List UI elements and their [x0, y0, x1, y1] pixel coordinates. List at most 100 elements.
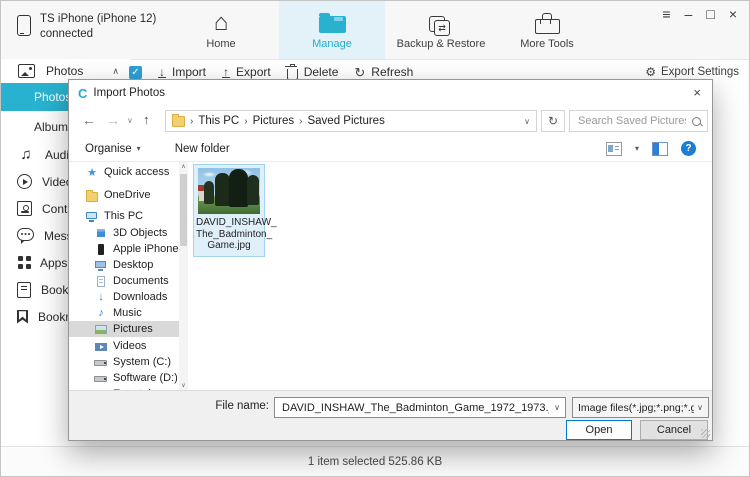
view-caret-icon[interactable]: ▾: [635, 144, 639, 153]
tree-item-quick-access[interactable]: ★Quick access: [69, 164, 179, 180]
history-chevron-icon[interactable]: ∨: [127, 116, 133, 125]
file-name-label: File name:: [187, 400, 269, 412]
desktop-icon: [94, 259, 108, 272]
tree-item-software-d[interactable]: Software (D:): [69, 370, 179, 386]
export-button[interactable]: ↑ Export: [222, 65, 271, 79]
refresh-button[interactable]: ↻ Refresh: [354, 65, 413, 79]
tab-more-tools[interactable]: More Tools: [497, 1, 597, 59]
refresh-icon: ↻: [548, 114, 558, 128]
file-name-chevron-icon[interactable]: ∨: [551, 403, 563, 412]
address-refresh-button[interactable]: ↻: [541, 110, 565, 132]
address-bar[interactable]: › This PC › Pictures › Saved Pictures ∨: [165, 110, 537, 132]
tree-item-desktop[interactable]: Desktop: [69, 257, 179, 273]
address-chevron-icon[interactable]: ∨: [524, 117, 530, 126]
back-icon[interactable]: ←: [82, 112, 96, 128]
search-box: [569, 110, 708, 132]
dialog-command-bar: Organise ▾ New folder ▾ ?: [69, 136, 712, 162]
file-type-select[interactable]: Image files(*.jpg;*.png;*.gif;*.m ∨: [572, 397, 709, 418]
caret-down-icon: ▾: [137, 144, 141, 153]
toolbox-icon: [535, 19, 560, 34]
menu-icon[interactable]: ≡: [662, 6, 670, 22]
collapse-chevron-icon[interactable]: ∧: [112, 66, 119, 77]
tree-item-videos[interactable]: Videos: [69, 338, 179, 354]
folder-icon: [172, 116, 185, 127]
forward-icon[interactable]: →: [106, 112, 120, 128]
file-item-badminton-game[interactable]: DAVID_INSHAW_ The_Badminton_ Game.jpg: [193, 164, 265, 257]
manage-folder-icon: [319, 16, 346, 33]
speech-bubble-icon: [17, 228, 34, 241]
contact-card-icon: [17, 201, 32, 216]
file-name-combobox: ∨: [274, 397, 566, 418]
file-thumbnail: [198, 168, 260, 214]
tree-item-music[interactable]: ♪Music: [69, 305, 179, 321]
help-icon[interactable]: ?: [681, 141, 696, 156]
tree-scrollbar[interactable]: ∧ ∨: [179, 162, 188, 390]
status-bar: 1 item selected 525.86 KB: [1, 446, 749, 476]
device-connection: connected: [40, 27, 156, 42]
delete-button[interactable]: Delete: [287, 65, 339, 80]
preview-pane-icon[interactable]: [652, 142, 668, 156]
up-icon[interactable]: ↑: [143, 112, 150, 127]
tree-item-pictures[interactable]: Pictures: [69, 321, 179, 337]
tree-item-this-pc[interactable]: This PC: [69, 208, 179, 224]
resize-grip[interactable]: [701, 429, 710, 438]
computer-icon: [85, 210, 99, 223]
note-icon: ♪: [94, 307, 108, 320]
scroll-up-icon[interactable]: ∧: [179, 163, 188, 170]
trash-icon: [287, 69, 298, 80]
window-controls: ≡ – □ ×: [662, 6, 737, 22]
view-mode-icon[interactable]: [606, 142, 622, 156]
maximize-icon[interactable]: □: [706, 6, 714, 22]
book-icon: [17, 282, 31, 298]
tree-item-onedrive[interactable]: OneDrive: [69, 187, 179, 203]
refresh-icon: ↻: [354, 66, 365, 79]
drive-icon: [94, 372, 108, 385]
minimize-icon[interactable]: –: [685, 6, 693, 22]
cancel-button[interactable]: Cancel: [640, 420, 708, 440]
close-icon[interactable]: ×: [729, 6, 737, 22]
tab-home[interactable]: ⌂ Home: [173, 1, 269, 59]
folder-tree: ★Quick access OneDrive This PC 3D Object…: [69, 162, 179, 390]
tree-item-documents[interactable]: Documents: [69, 273, 179, 289]
breadcrumb-this-pc[interactable]: This PC: [198, 115, 239, 127]
tab-backup-restore[interactable]: ⇄ Backup & Restore: [385, 1, 497, 59]
app-header: TS iPhone (iPhone 12) connected ⌂ Home M…: [1, 1, 749, 60]
gear-icon: ⚙: [645, 65, 656, 79]
picture-icon: [94, 323, 108, 336]
file-list: DAVID_INSHAW_ The_Badminton_ Game.jpg: [188, 162, 712, 390]
organise-button[interactable]: Organise ▾: [85, 143, 141, 155]
home-icon: ⌂: [214, 11, 229, 35]
iphone-icon: [94, 243, 108, 256]
app-window: TS iPhone (iPhone 12) connected ⌂ Home M…: [0, 0, 750, 477]
dialog-footer: File name: ∨ Image files(*.jpg;*.png;*.g…: [69, 390, 712, 440]
grid-icon: [17, 256, 30, 269]
file-name-input[interactable]: [280, 401, 551, 415]
select-all-checkbox[interactable]: ✓: [129, 66, 142, 79]
tree-item-apple-iphone[interactable]: Apple iPhone: [69, 241, 179, 257]
open-button[interactable]: Open: [566, 420, 632, 440]
scrollbar-thumb[interactable]: [180, 174, 187, 246]
breadcrumb-pictures[interactable]: Pictures: [253, 115, 295, 127]
play-icon: [17, 174, 32, 189]
document-icon: [94, 275, 108, 288]
search-icon[interactable]: [692, 117, 701, 126]
tree-item-system-c[interactable]: System (C:): [69, 354, 179, 370]
search-input[interactable]: [576, 114, 688, 128]
tab-manage[interactable]: Manage: [279, 1, 385, 59]
dialog-close-icon[interactable]: ×: [693, 85, 701, 100]
dialog-title: Import Photos: [93, 87, 165, 99]
import-icon: ↓: [158, 67, 166, 78]
device-name: TS iPhone (iPhone 12): [40, 12, 156, 27]
selection-status: 1 item selected 525.86 KB: [308, 456, 442, 468]
tree-item-3d-objects[interactable]: 3D Objects: [69, 225, 179, 241]
import-button[interactable]: ↓ Import: [158, 65, 206, 79]
device-status: TS iPhone (iPhone 12) connected: [17, 12, 156, 42]
drive-icon: [94, 356, 108, 369]
scroll-down-icon[interactable]: ∨: [179, 382, 188, 389]
new-folder-button[interactable]: New folder: [175, 143, 230, 155]
dialog-navbar: ← → ∨ ↑ › This PC › Pictures › Saved Pic…: [69, 106, 712, 136]
dialog-body: ★Quick access OneDrive This PC 3D Object…: [69, 162, 712, 390]
cube-icon: [94, 227, 108, 240]
tree-item-downloads[interactable]: ↓Downloads: [69, 289, 179, 305]
breadcrumb-saved-pictures[interactable]: Saved Pictures: [307, 115, 384, 127]
